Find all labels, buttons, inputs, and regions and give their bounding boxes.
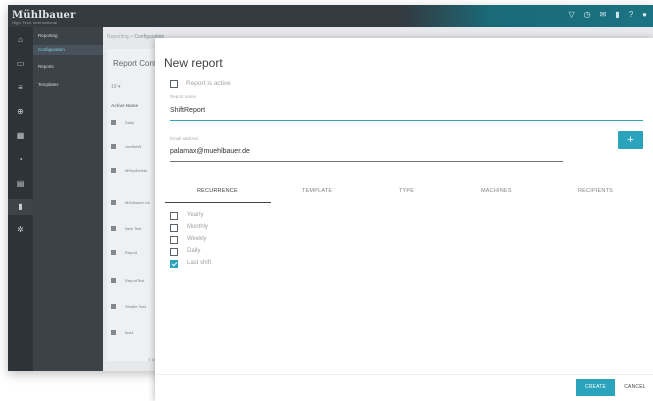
tab-machines[interactable]: MACHINES	[481, 188, 512, 194]
subnav-item-templates[interactable]: Templates	[38, 82, 59, 87]
tab-type[interactable]: TYPE	[399, 188, 414, 194]
active-tab-indicator	[165, 202, 271, 203]
monthly-label: Monthly	[187, 224, 209, 230]
row-active-checkbox[interactable]	[111, 144, 116, 149]
report-name-underline	[170, 120, 643, 121]
clock-icon[interactable]: ◷	[584, 10, 591, 20]
create-button[interactable]: CREATE	[576, 379, 615, 396]
row-active-checkbox[interactable]	[111, 168, 116, 173]
row-name: Report	[125, 250, 138, 255]
email-underline	[170, 161, 563, 162]
table-header: Active Name	[111, 103, 138, 108]
row-name: ReportTest	[125, 278, 145, 283]
topbar-icons: ▽ ◷ ✉ ▮ ? ●	[568, 10, 647, 20]
last-shift-label: Last shift	[187, 260, 212, 266]
daily-label: Daily	[187, 248, 201, 254]
weekly-label: Weekly	[187, 236, 207, 242]
row-name: Shuttle Test	[125, 304, 146, 309]
list-icon[interactable]: ≡	[8, 83, 33, 92]
calendar-icon[interactable]: ▦	[8, 131, 33, 140]
new-report-dialog: New report Report is active Report name …	[155, 38, 653, 401]
per-page-select[interactable]: 10 ▾	[111, 84, 120, 90]
row-name: MRepDelete	[125, 168, 148, 173]
last-shift-checkbox[interactable]	[170, 260, 178, 268]
row-active-checkbox[interactable]	[111, 200, 116, 205]
row-active-checkbox[interactable]	[111, 250, 116, 255]
cancel-button[interactable]: CANCEL	[619, 379, 651, 396]
subnav-title[interactable]: Reporting	[38, 33, 58, 38]
document-icon[interactable]: ▮	[8, 199, 33, 215]
breadcrumb-root[interactable]: Reporting	[107, 34, 129, 40]
gear-icon[interactable]: ✲	[8, 225, 33, 234]
report-name-label: Report name	[170, 94, 197, 99]
monthly-checkbox[interactable]	[170, 224, 178, 232]
header-active[interactable]: Active	[111, 103, 125, 108]
mail-icon[interactable]: ✉	[600, 10, 607, 20]
yearly-label: Yearly	[187, 212, 204, 218]
row-name: New Test	[125, 226, 142, 231]
user-icon[interactable]: ●	[642, 10, 647, 20]
breadcrumb-separator: >	[130, 34, 133, 40]
dialog-title: New report	[164, 56, 223, 70]
report-name-input[interactable]: ShiftReport	[170, 107, 205, 114]
daily-checkbox[interactable]	[170, 248, 178, 256]
row-active-checkbox[interactable]	[111, 304, 116, 309]
report-active-checkbox[interactable]	[170, 80, 178, 88]
weekly-checkbox[interactable]	[170, 236, 178, 244]
grid-icon[interactable]: ▤	[8, 179, 33, 188]
subnav-item-configuration[interactable]: Configuration	[33, 45, 103, 55]
email-input[interactable]: palamax@muehlbauer.de	[170, 148, 250, 155]
monitor-icon[interactable]: ▭	[8, 59, 33, 68]
row-active-checkbox[interactable]	[111, 120, 116, 125]
row-active-checkbox[interactable]	[111, 330, 116, 335]
row-active-checkbox[interactable]	[111, 278, 116, 283]
dialog-footer-divider	[155, 374, 653, 375]
top-bar: Mühlbauer High Tech International ▽ ◷ ✉ …	[8, 5, 653, 27]
brand-logo[interactable]: Mühlbauer High Tech International	[12, 10, 76, 25]
row-name: test1	[125, 330, 134, 335]
add-email-button[interactable]: +	[618, 131, 643, 149]
email-label: Email address	[170, 136, 199, 141]
row-name: Daily	[125, 120, 134, 125]
header-name[interactable]: Name	[126, 103, 138, 108]
tab-template[interactable]: TEMPLATE	[302, 188, 332, 194]
bell-icon[interactable]: ▮	[615, 10, 619, 20]
tab-recipients[interactable]: RECIPIENTS	[578, 188, 613, 194]
filter-icon[interactable]: ▽	[568, 10, 574, 20]
row-active-checkbox[interactable]	[111, 226, 116, 231]
sub-navigation: Reporting Configuration Reports Template…	[33, 27, 103, 371]
yearly-checkbox[interactable]	[170, 212, 178, 220]
icon-rail: ⌂ ▭ ≡ ⊕ ▦ ◔ ▤ ▮ ✲	[8, 27, 33, 371]
row-name: Mühlbauer Us	[125, 200, 150, 205]
per-page-value: 10	[111, 84, 117, 90]
time-icon[interactable]: ◔	[8, 155, 33, 164]
help-icon[interactable]: ?	[629, 10, 633, 20]
report-active-label[interactable]: Report is active	[186, 80, 231, 87]
target-icon[interactable]: ⊕	[8, 107, 33, 116]
row-name: JuniNeW	[125, 144, 142, 149]
tab-recurrence[interactable]: RECURRENCE	[197, 188, 238, 194]
home-icon[interactable]: ⌂	[8, 35, 33, 44]
subnav-item-reports[interactable]: Reports	[38, 64, 54, 69]
